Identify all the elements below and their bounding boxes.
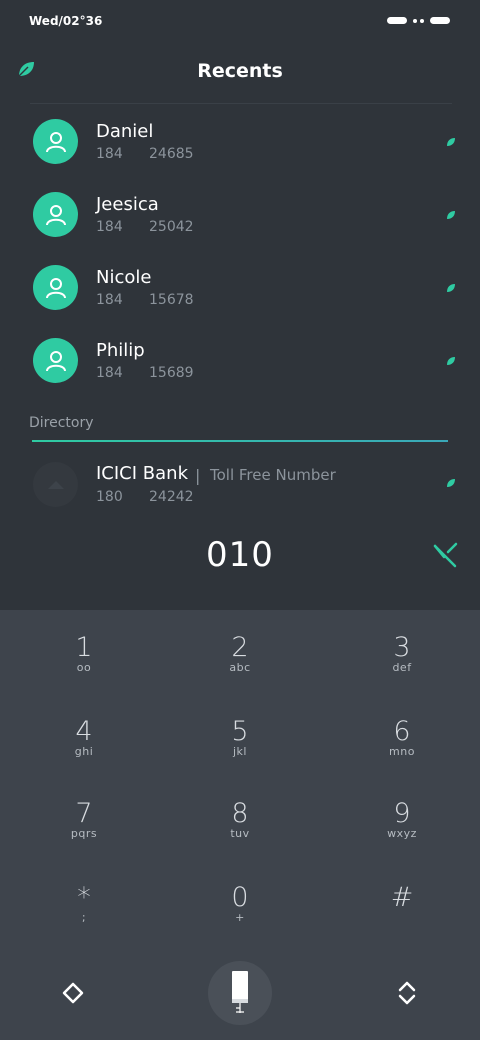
battery-pill-icon [430, 17, 450, 24]
contact-name: Nicole [96, 267, 152, 288]
key-letters: wxyz [387, 827, 417, 840]
key-digit: 3 [393, 632, 411, 663]
key-2[interactable]: 2 abc [160, 610, 320, 692]
contact-prefix: 184 [96, 292, 123, 308]
avatar [33, 119, 78, 164]
bank-avatar [33, 462, 78, 507]
directory-tag: Toll Free Number [210, 466, 336, 484]
key-letters: def [392, 661, 412, 674]
contact-prefix: 184 [96, 365, 123, 381]
directory-number: 24242 [149, 489, 194, 505]
directory-separator: | [195, 466, 201, 485]
diamond-icon[interactable] [60, 980, 86, 1006]
key-digit: 9 [393, 798, 411, 829]
key-6[interactable]: 6 mno [322, 694, 480, 776]
key-digit: 4 [75, 716, 93, 747]
key-letters: tuv [230, 827, 250, 840]
avatar [33, 338, 78, 383]
key-digit: 5 [231, 716, 249, 747]
directory-label: Directory [29, 415, 94, 431]
key-letters: mno [389, 745, 415, 758]
key-9[interactable]: 9 wxyz [322, 776, 480, 858]
key-0[interactable]: 0 + [160, 860, 320, 942]
chevron-up-down-icon[interactable] [394, 980, 420, 1006]
key-star[interactable]: * ; [4, 860, 164, 942]
key-letters: ; [81, 911, 87, 924]
clear-backspace-icon[interactable] [430, 541, 460, 571]
directory-name: ICICI Bank [96, 463, 188, 484]
key-1[interactable]: 1 oo [4, 610, 164, 692]
key-digit: 0 [231, 882, 249, 913]
avatar [33, 265, 78, 310]
key-3[interactable]: 3 def [322, 610, 480, 692]
header-divider [30, 103, 452, 104]
key-letters: jkl [233, 745, 247, 758]
key-letters: ghi [74, 745, 94, 758]
key-4[interactable]: 4 ghi [4, 694, 164, 776]
recent-contact-row[interactable]: Jeesica 184 25042 [0, 192, 480, 265]
key-digit: 6 [393, 716, 411, 747]
bank-icon [47, 480, 64, 489]
leaf-icon [447, 284, 455, 292]
key-digit: 8 [231, 798, 249, 829]
person-icon [45, 204, 66, 225]
directory-prefix: 180 [96, 489, 123, 505]
status-time: Wed/02°36 [29, 14, 103, 28]
page-title: Recents [197, 60, 283, 82]
person-icon [45, 131, 66, 152]
key-digit: * [77, 882, 91, 913]
key-letters: abc [229, 661, 251, 674]
key-digit: 1 [75, 632, 93, 663]
person-icon [45, 350, 66, 371]
status-icons [387, 17, 450, 24]
key-letters: oo [76, 661, 92, 674]
contact-number: 25042 [149, 219, 194, 235]
leaf-icon [447, 479, 455, 487]
contact-name: Jeesica [96, 194, 159, 215]
recent-contact-row[interactable]: Philip 184 15689 [0, 338, 480, 411]
key-letters: pqrs [70, 827, 98, 840]
dots-icon [413, 18, 424, 23]
header: Recents [0, 44, 480, 104]
recent-contact-row[interactable]: Daniel 184 24685 [0, 119, 480, 192]
call-button[interactable] [208, 961, 272, 1025]
dial-input[interactable]: 010 [0, 535, 480, 575]
contact-name: Daniel [96, 121, 154, 142]
recent-contact-row[interactable]: Nicole 184 15678 [0, 265, 480, 338]
person-icon [45, 277, 66, 298]
status-bar: Wed/02°36 [0, 0, 480, 44]
key-7[interactable]: 7 pqrs [4, 776, 164, 858]
signal-pill-icon [387, 17, 407, 24]
key-hash[interactable]: # [322, 860, 480, 942]
key-digit: 7 [75, 798, 93, 829]
avatar [33, 192, 78, 237]
phone-handset-icon [232, 971, 248, 1013]
contact-number: 15678 [149, 292, 194, 308]
bottom-action-bar [0, 950, 480, 1040]
key-digit: 2 [231, 632, 249, 663]
directory-divider [32, 440, 448, 442]
key-8[interactable]: 8 tuv [160, 776, 320, 858]
key-digit: # [390, 882, 414, 913]
contact-number: 24685 [149, 146, 194, 162]
key-5[interactable]: 5 jkl [160, 694, 320, 776]
directory-row[interactable]: ICICI Bank | Toll Free Number 180 24242 [0, 462, 480, 512]
key-letters: + [235, 911, 245, 924]
leaf-icon [447, 138, 455, 146]
contact-number: 15689 [149, 365, 194, 381]
contact-prefix: 184 [96, 219, 123, 235]
leaf-icon [447, 211, 455, 219]
leaf-icon [447, 357, 455, 365]
contact-name: Philip [96, 340, 145, 361]
contact-prefix: 184 [96, 146, 123, 162]
